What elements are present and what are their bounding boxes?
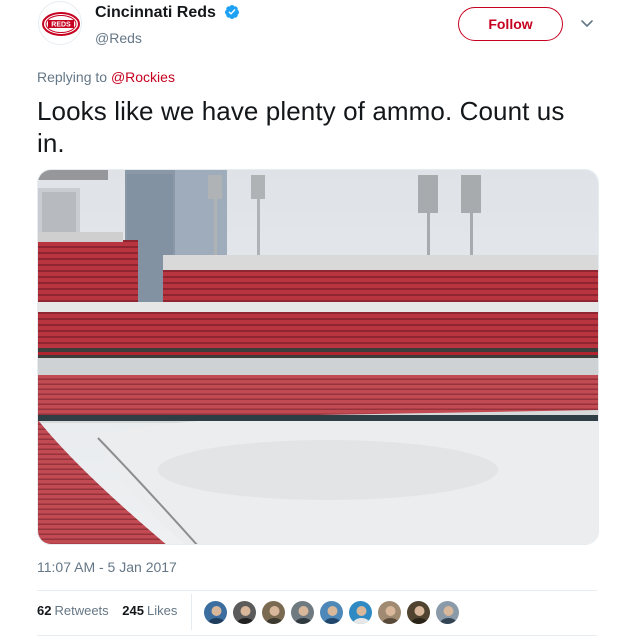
replying-to-handle-link[interactable]: @Rockies xyxy=(111,69,175,85)
likes-label: Likes xyxy=(147,603,178,618)
likes-count: 245 xyxy=(122,603,144,618)
chevron-down-icon[interactable] xyxy=(579,15,595,31)
user-avatar-icon xyxy=(204,601,227,624)
liker-avatar[interactable] xyxy=(435,600,460,625)
stats-separator xyxy=(191,594,192,630)
liker-avatar[interactable] xyxy=(348,600,373,625)
retweets-count: 62 xyxy=(37,603,52,618)
tweet-timestamp[interactable]: 11:07 AM - 5 Jan 2017 xyxy=(37,559,177,575)
liker-avatar[interactable] xyxy=(406,600,431,625)
snowy-stadium-photo xyxy=(38,170,598,544)
user-identity: Cincinnati Reds @Reds xyxy=(95,3,240,48)
liker-avatar[interactable] xyxy=(319,600,344,625)
display-name[interactable]: Cincinnati Reds xyxy=(95,3,216,23)
avatar[interactable]: REDS xyxy=(38,1,82,45)
liker-avatar[interactable] xyxy=(261,600,286,625)
reds-logo-icon: REDS xyxy=(40,3,81,44)
stats-top-divider xyxy=(37,590,597,591)
user-avatar-icon xyxy=(378,601,401,624)
stats-bottom-divider xyxy=(37,635,597,636)
follow-button[interactable]: Follow xyxy=(458,7,563,41)
replying-to-prefix: Replying to xyxy=(37,69,108,85)
user-avatar-icon xyxy=(407,601,430,624)
user-avatar-icon xyxy=(233,601,256,624)
liker-avatar[interactable] xyxy=(232,600,257,625)
tweet-header: REDS Cincinnati Reds @Reds Follow xyxy=(38,0,608,60)
replying-to: Replying to @Rockies xyxy=(37,69,175,85)
liker-avatars xyxy=(203,600,464,626)
liker-avatar[interactable] xyxy=(203,600,228,625)
tweet-stats: 62 Retweets 245 Likes xyxy=(37,603,187,619)
retweets-label: Retweets xyxy=(54,603,109,618)
tweet-photo[interactable] xyxy=(37,169,599,545)
user-avatar-icon xyxy=(320,601,343,624)
user-handle[interactable]: @Reds xyxy=(95,28,240,48)
user-avatar-icon xyxy=(349,601,372,624)
retweets-stat[interactable]: 62 Retweets xyxy=(37,603,109,619)
user-avatar-icon xyxy=(262,601,285,624)
logo-text: REDS xyxy=(51,22,71,29)
user-avatar-icon xyxy=(436,601,459,624)
verified-badge-icon xyxy=(225,5,240,19)
user-avatar-icon xyxy=(291,601,314,624)
likes-stat[interactable]: 245 Likes xyxy=(122,603,177,619)
liker-avatar[interactable] xyxy=(290,600,315,625)
liker-avatar[interactable] xyxy=(377,600,402,625)
tweet-text: Looks like we have plenty of ammo. Count… xyxy=(37,96,565,158)
tweet-card: REDS Cincinnati Reds @Reds Follow Replyi… xyxy=(0,0,634,641)
